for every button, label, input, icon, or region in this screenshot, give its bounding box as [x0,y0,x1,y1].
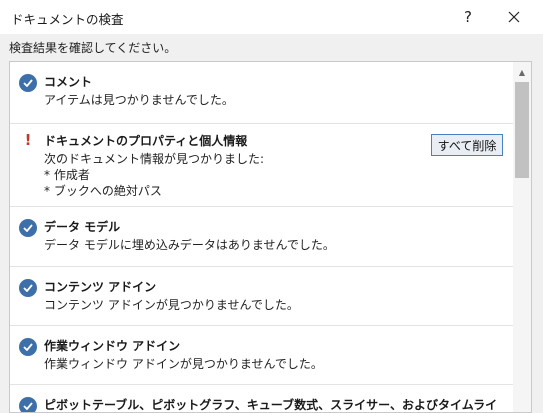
help-icon: ? [464,8,472,26]
help-button[interactable]: ? [450,3,486,31]
results-list: コメント アイテムは見つかりませんでした。 ! ドキュメントのプロパティと個人情… [10,62,513,412]
result-detail: * ブックへの絶対パス [44,184,162,198]
scroll-up-button[interactable]: ▲ [513,64,531,80]
vertical-scrollbar[interactable]: ▲ [513,62,531,412]
result-name: コンテンツ アドイン [44,280,157,294]
result-item-document-properties: ! ドキュメントのプロパティと個人情報 次のドキュメント情報が見つかりました: … [10,124,513,207]
close-button[interactable] [496,3,532,31]
result-detail: 作業ウィンドウ アドインが見つかりませんでした。 [44,357,323,371]
remove-all-button[interactable]: すべて削除 [431,134,503,156]
result-item-pivot-tables: ピボットテーブル、ピボットグラフ、キューブ数式、スライサー、およびタイムライ [10,385,513,412]
result-item-task-pane-addins: 作業ウィンドウ アドイン 作業ウィンドウ アドインが見つかりませんでした。 [10,326,513,385]
scroll-thumb[interactable] [515,82,529,178]
results-panel: コメント アイテムは見つかりませんでした。 ! ドキュメントのプロパティと個人情… [9,61,532,413]
result-detail: コンテンツ アドインが見つかりませんでした。 [44,298,299,312]
result-name: ドキュメントのプロパティと個人情報 [44,134,248,148]
result-name: ピボットテーブル、ピボットグラフ、キューブ数式、スライサー、およびタイムライ [44,398,498,412]
result-name: 作業ウィンドウ アドイン [44,339,181,353]
check-circle-icon [19,338,37,356]
result-name: データ モデル [44,220,121,234]
result-item-comments: コメント アイテムは見つかりませんでした。 [10,62,513,124]
result-item-data-model: データ モデル データ モデルに埋め込みデータはありませんでした。 [10,207,513,267]
result-detail: データ モデルに埋め込みデータはありませんでした。 [44,238,335,252]
check-circle-icon [19,219,37,237]
title-bar: ドキュメントの検査 ? [0,0,543,34]
check-circle-icon [19,279,37,297]
result-detail: アイテムは見つかりませんでした。 [44,93,234,107]
close-icon [508,11,520,23]
result-detail: * 作成者 [44,168,90,182]
instruction-text: 検査結果を確認してください。 [9,41,177,55]
result-name: コメント [44,75,93,89]
result-item-content-addins: コンテンツ アドイン コンテンツ アドインが見つかりませんでした。 [10,267,513,326]
exclamation-icon: ! [24,131,32,149]
chevron-up-icon: ▲ [518,67,526,77]
result-detail: 次のドキュメント情報が見つかりました: [44,152,265,166]
check-circle-icon [19,74,37,92]
window-title: ドキュメントの検査 [11,12,124,27]
document-inspector-dialog: ドキュメントの検査 ? 検査結果を確認してください。 コメント アイテムは見つか… [0,0,543,413]
